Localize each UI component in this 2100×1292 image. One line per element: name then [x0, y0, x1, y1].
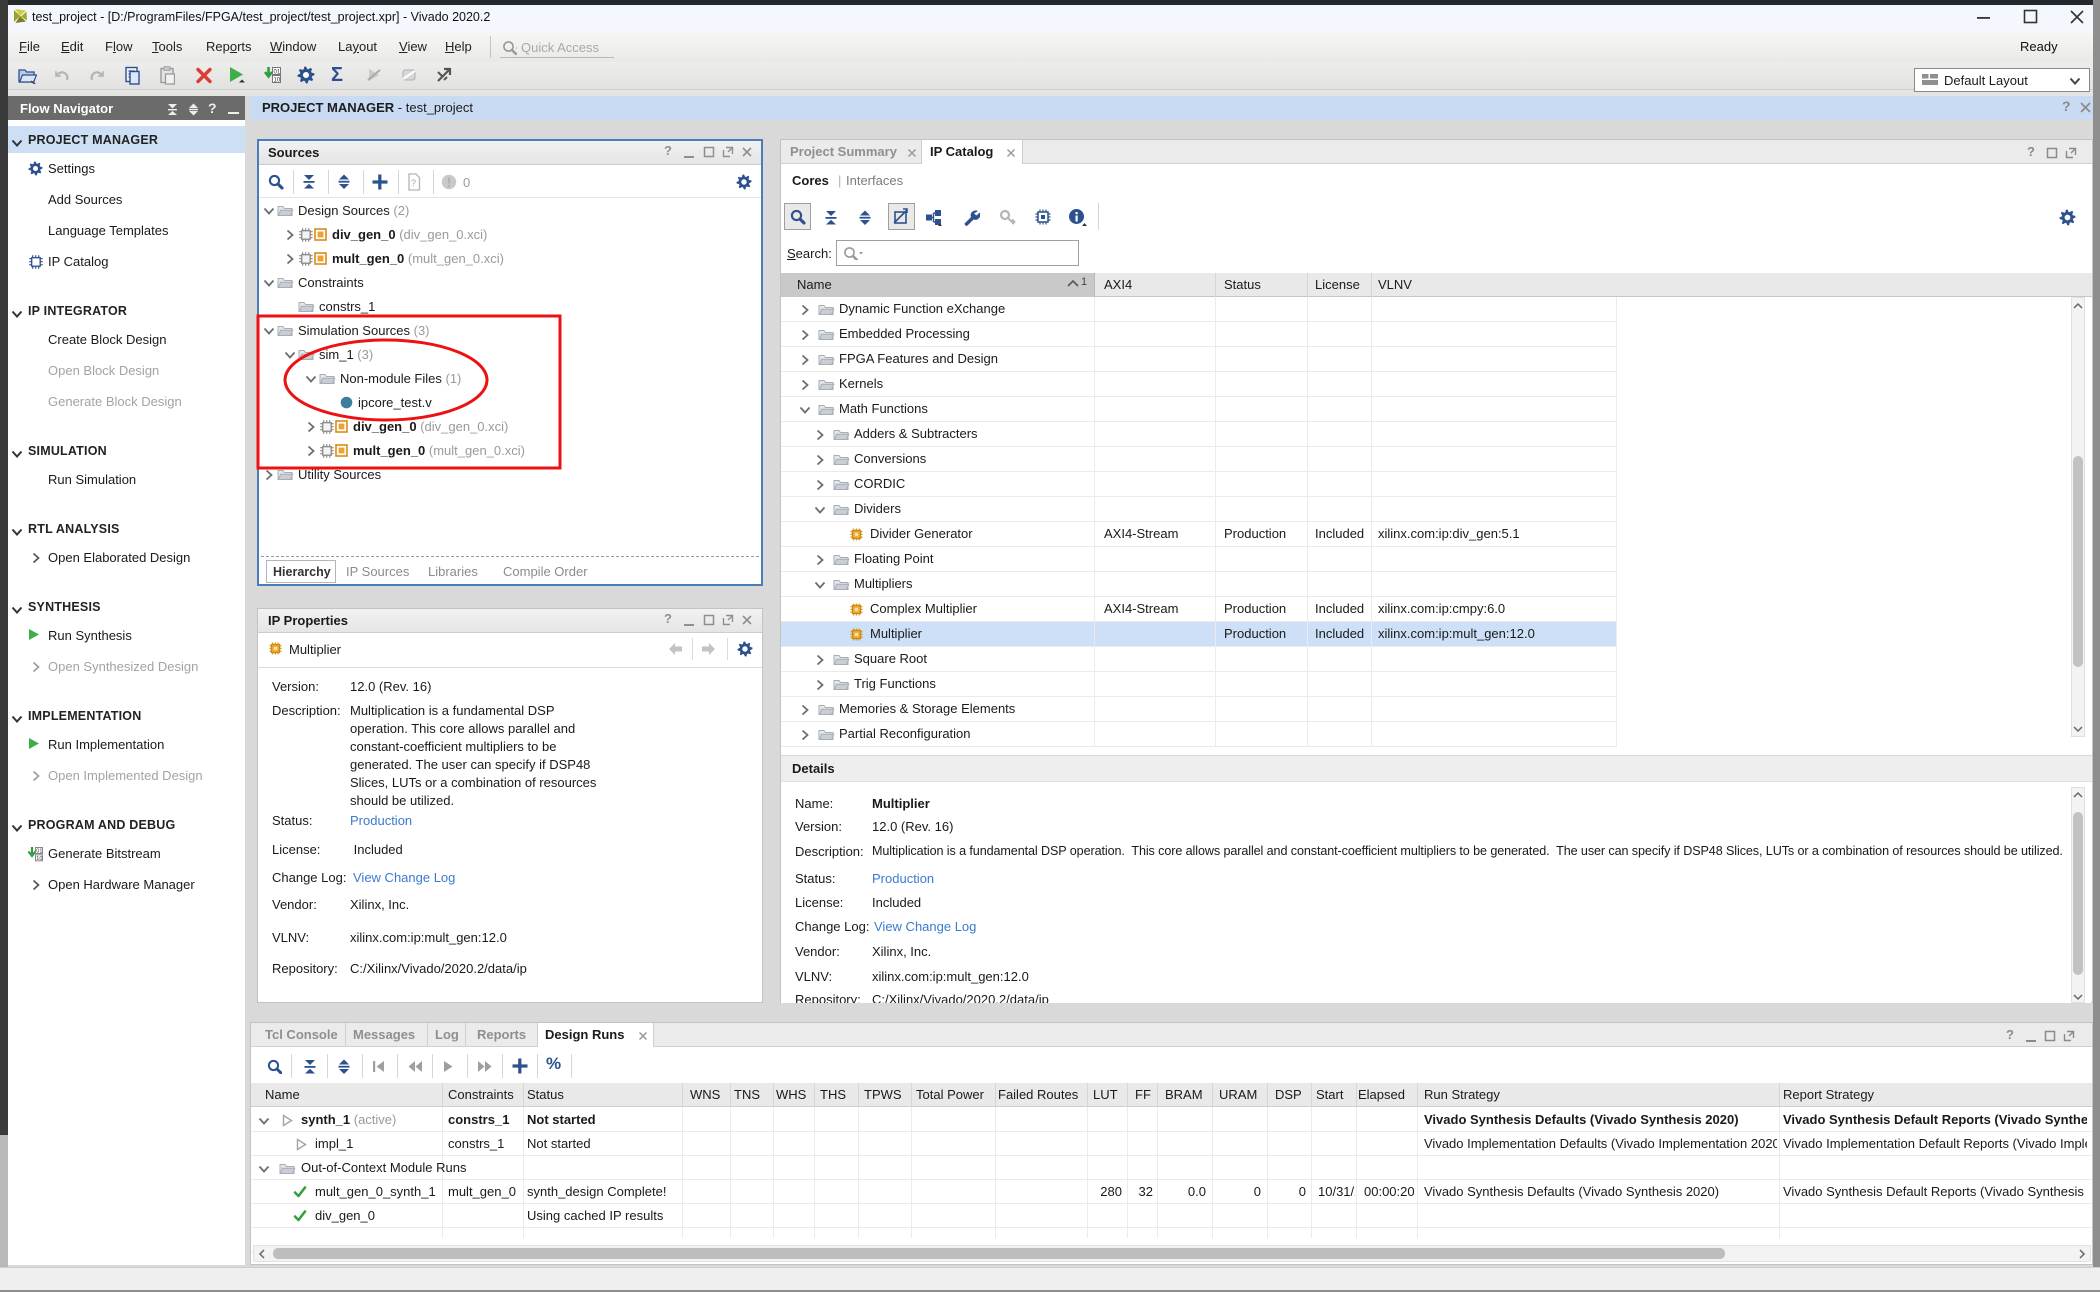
svg-text:10: 10 [274, 78, 281, 84]
svg-text:01: 01 [36, 849, 42, 855]
svg-text:?: ? [411, 178, 416, 188]
svg-text:10: 10 [36, 856, 42, 862]
svg-text:01: 01 [274, 70, 281, 76]
